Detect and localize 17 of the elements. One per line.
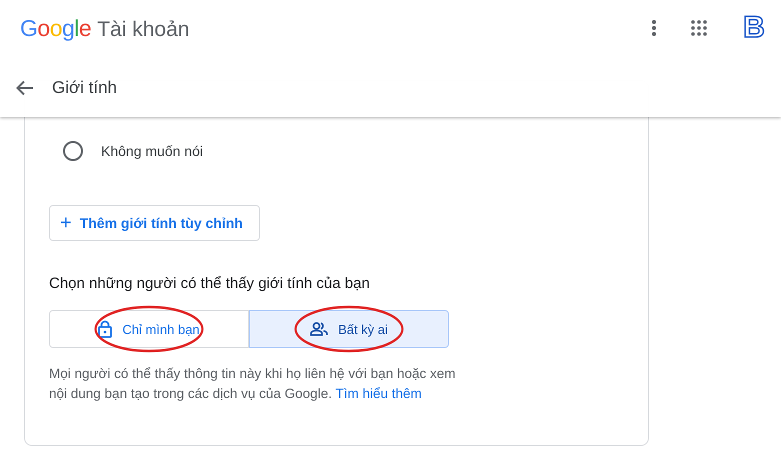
description-text: Mọi người có thể thấy thông tin này khi họ liên hệ với bạn hoặc xem nội dung bạn tạo trong các dịch vụ của Google. Tìm hiểu thêm [49, 365, 456, 403]
radio-button[interactable] [63, 141, 83, 161]
lock-icon [98, 320, 112, 338]
section-heading: Chọn những người có thể thấy giới tính của bạn [49, 275, 371, 292]
more-icon[interactable] [651, 19, 657, 37]
radio-label[interactable]: Không muốn nói [101, 143, 203, 159]
learn-more-link[interactable]: Tìm hiểu thêm [335, 386, 422, 401]
page-title: Giới tính [52, 78, 118, 98]
apps-grid-icon[interactable] [691, 20, 707, 36]
add-custom-gender-button[interactable]: + Thêm giới tính tùy chỉnh [49, 205, 260, 241]
back-arrow-icon[interactable] [16, 80, 34, 96]
visibility-option[interactable]: Chỉ mình bạn [49, 310, 249, 348]
product-name: Tài khoản [97, 18, 190, 42]
people-icon [310, 322, 328, 336]
visibility-option[interactable]: Bất kỳ ai [249, 310, 449, 348]
google-logo[interactable]: Google [20, 14, 92, 42]
account-avatar[interactable]: B [741, 11, 767, 45]
